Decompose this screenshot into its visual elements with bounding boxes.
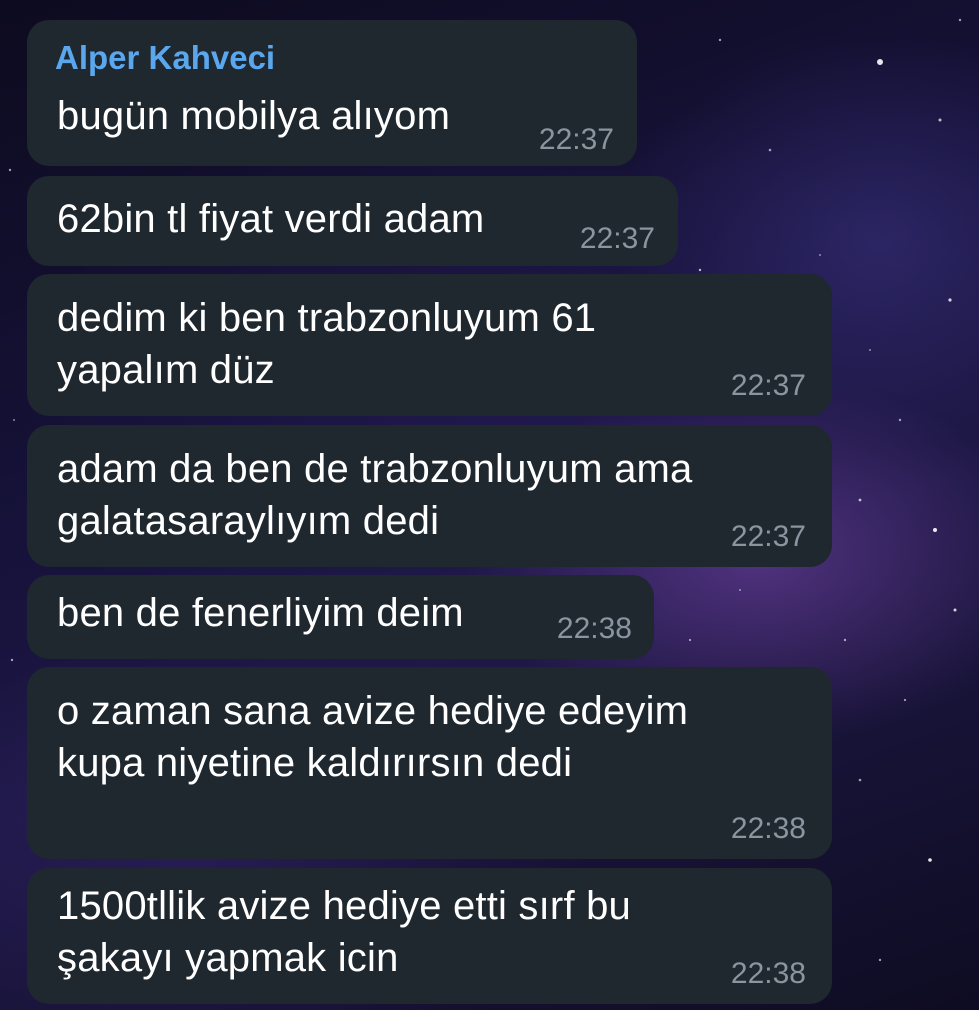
message-bubble[interactable]: dedim ki ben trabzonluyum 61 yapalım düz…: [27, 274, 832, 416]
message-text: bugün mobilya alıyom: [57, 94, 451, 138]
message-bubble[interactable]: o zaman sana avize hediye edeyim kupa ni…: [27, 667, 832, 859]
message-bubble[interactable]: adam da ben de trabzonluyum ama galatasa…: [27, 425, 832, 567]
message-text: 1500tllik avize hediye etti sırf bu şaka…: [57, 884, 631, 980]
message-timestamp: 22:37: [730, 520, 806, 553]
message-bubble[interactable]: Alper Kahveci bugün mobilya alıyom 22:37: [27, 20, 637, 166]
message-text: ben de fenerliyim deim: [57, 591, 464, 635]
message-timestamp: 22:37: [579, 222, 655, 255]
message-text: dedim ki ben trabzonluyum 61 yapalım düz: [57, 296, 597, 392]
message-timestamp: 22:37: [538, 123, 614, 156]
message-bubble[interactable]: 62bin tl fiyat verdi adam 22:37: [27, 176, 678, 266]
message-text: 62bin tl fiyat verdi adam: [57, 197, 485, 241]
message-timestamp: 22:38: [730, 957, 806, 990]
message-text: o zaman sana avize hediye edeyim kupa ni…: [57, 689, 689, 785]
sender-name[interactable]: Alper Kahveci: [55, 40, 275, 76]
message-bubble[interactable]: ben de fenerliyim deim 22:38: [27, 575, 654, 659]
message-timestamp: 22:38: [556, 612, 632, 645]
message-timestamp: 22:37: [730, 369, 806, 402]
message-timestamp: 22:38: [730, 812, 806, 845]
message-text: adam da ben de trabzonluyum ama galatasa…: [57, 447, 693, 543]
message-bubble[interactable]: 1500tllik avize hediye etti sırf bu şaka…: [27, 868, 832, 1004]
